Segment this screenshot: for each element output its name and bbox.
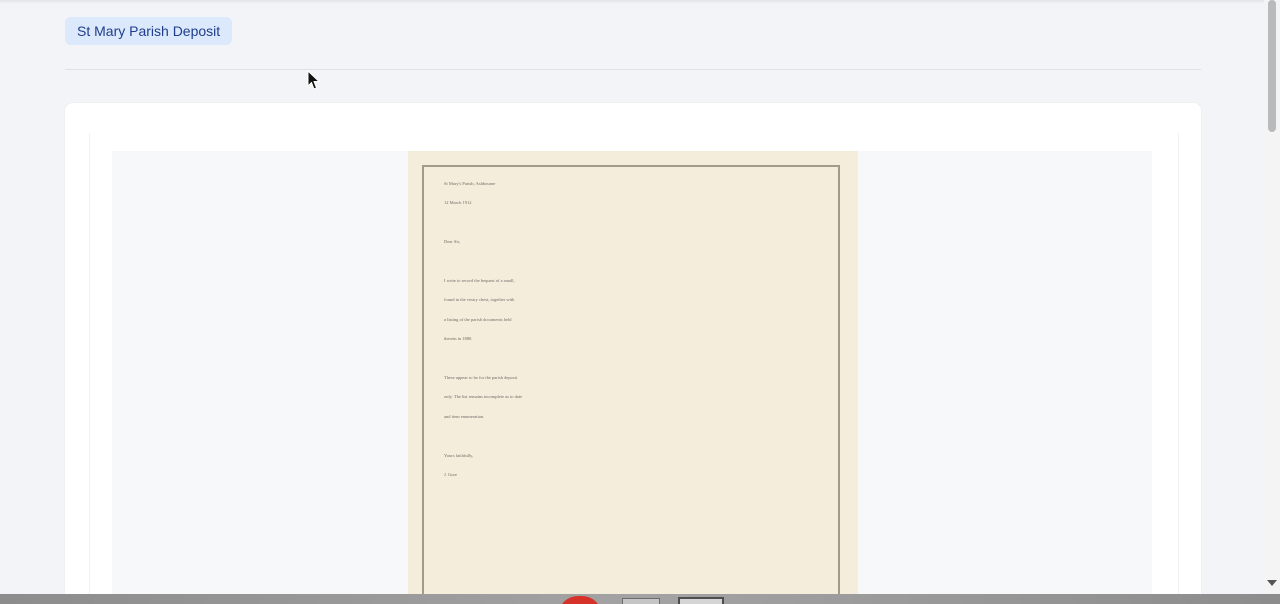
doc-line-8: These appear to be for the parish deposi…	[444, 375, 518, 380]
scrollbar-thumb[interactable]	[1268, 0, 1276, 132]
doc-line-12: J. Gore	[444, 472, 457, 477]
doc-line-7: therein in 1880.	[444, 336, 473, 341]
browser-viewport: St Mary Parish Deposit St Mary's Parish,…	[0, 0, 1280, 604]
document-page-border	[422, 165, 840, 604]
taskbar-app-icon-window[interactable]	[622, 598, 660, 604]
collection-tag[interactable]: St Mary Parish Deposit	[65, 17, 233, 45]
doc-line-11: Yours faithfully,	[444, 453, 474, 458]
doc-line-2: 12 March 1912	[444, 200, 472, 205]
doc-line-6: a listing of the parish documents held	[444, 317, 512, 322]
top-shadow	[0, 0, 1264, 4]
divider	[65, 69, 1201, 70]
doc-line-5: found in the vestry chest, together with	[444, 297, 515, 302]
taskbar-app-icon-red[interactable]	[558, 596, 602, 604]
doc-line-10: and item enumeration.	[444, 414, 485, 419]
vertical-scrollbar[interactable]	[1264, 0, 1280, 594]
taskbar-app-icon-terminal[interactable]	[678, 597, 724, 604]
doc-line-9: only. The list remains incomplete as to …	[444, 394, 523, 399]
arrow-cursor-icon	[307, 70, 321, 90]
doc-line-4: I write to record the bequest of a small…	[444, 278, 515, 283]
scroll-down-arrow-icon[interactable]	[1267, 580, 1277, 586]
taskbar	[0, 594, 1280, 604]
doc-line-3: Dear Sir,	[444, 239, 461, 244]
doc-line-1: St Mary's Parish, Ashbourne	[444, 181, 496, 186]
document-page-image[interactable]: St Mary's Parish, Ashbourne 12 March 191…	[408, 151, 858, 604]
document-card: St Mary's Parish, Ashbourne 12 March 191…	[65, 103, 1201, 604]
